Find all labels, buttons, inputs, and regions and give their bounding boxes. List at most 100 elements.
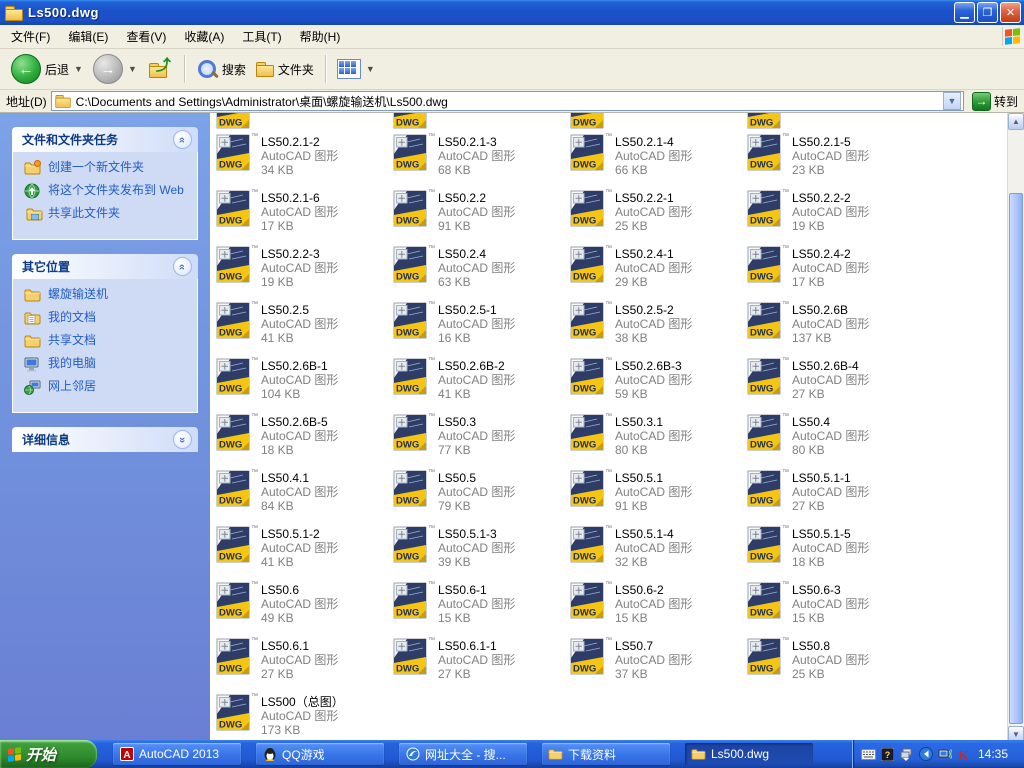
file-item[interactable]: DWG™LS50.2.6B-2AutoCAD 图形41 KB xyxy=(392,355,569,411)
sidebar-item[interactable]: 共享文档 xyxy=(23,333,193,349)
file-item[interactable]: DWG™LS50.2.1-6AutoCAD 图形17 KB xyxy=(215,187,392,243)
back-button[interactable]: ← 后退 ▼ xyxy=(6,52,88,86)
address-path[interactable]: C:\Documents and Settings\Administrator\… xyxy=(76,93,939,110)
file-item[interactable]: DWG™LS500（总图）AutoCAD 图形173 KB xyxy=(215,691,392,743)
taskbar-task[interactable]: Ls500.dwg xyxy=(685,743,813,765)
file-item-partial[interactable]: DWG xyxy=(392,113,569,130)
media-icon[interactable] xyxy=(918,747,933,762)
file-item[interactable]: DWG™LS50.6.1AutoCAD 图形27 KB xyxy=(215,635,392,691)
file-item[interactable]: DWG™LS50.4.1AutoCAD 图形84 KB xyxy=(215,467,392,523)
file-item[interactable]: DWG™LS50.2.6BAutoCAD 图形137 KB xyxy=(746,299,923,355)
chevron-up-icon[interactable]: » xyxy=(173,257,192,276)
panel-header-other-places[interactable]: 其它位置» xyxy=(12,254,198,279)
go-button[interactable]: → 转到 xyxy=(968,92,1022,111)
file-item[interactable]: DWG™LS50.8AutoCAD 图形25 KB xyxy=(746,635,923,691)
file-item[interactable]: DWG™LS50.2.6B-1AutoCAD 图形104 KB xyxy=(215,355,392,411)
file-item[interactable]: DWG™LS50.5.1-3AutoCAD 图形39 KB xyxy=(392,523,569,579)
file-item[interactable]: DWG™LS50.5.1-4AutoCAD 图形32 KB xyxy=(569,523,746,579)
file-item[interactable]: DWG™LS50.2.2-1AutoCAD 图形25 KB xyxy=(569,187,746,243)
views-button[interactable]: ▼ xyxy=(332,57,380,81)
network-icon[interactable] xyxy=(937,747,952,762)
file-item-partial[interactable]: DWG xyxy=(746,113,923,130)
forward-dropdown-icon[interactable]: ▼ xyxy=(128,64,137,74)
new-folder-icon xyxy=(23,160,41,176)
back-dropdown-icon[interactable]: ▼ xyxy=(74,64,83,74)
forward-button[interactable]: → ▼ xyxy=(88,52,142,86)
panel-header-file-tasks[interactable]: 文件和文件夹任务» xyxy=(12,127,198,152)
file-item[interactable]: DWG™LS50.2.4-1AutoCAD 图形29 KB xyxy=(569,243,746,299)
file-item[interactable]: DWG™LS50.2.1-4AutoCAD 图形66 KB xyxy=(569,131,746,187)
help-icon[interactable]: ? xyxy=(880,747,895,762)
file-item-partial[interactable]: DWG xyxy=(215,113,392,130)
restore-button[interactable]: ❐ xyxy=(977,2,998,23)
file-item[interactable]: DWG™LS50.2.2-2AutoCAD 图形19 KB xyxy=(746,187,923,243)
panel-header-details[interactable]: 详细信息» xyxy=(12,427,198,452)
input-method-icon[interactable] xyxy=(861,747,876,762)
folders-button[interactable]: 文件夹 xyxy=(251,59,319,80)
address-dropdown-icon[interactable]: ▼ xyxy=(943,92,961,110)
taskbar-task[interactable]: 网址大全 - 搜... xyxy=(399,743,527,765)
file-item[interactable]: DWG™LS50.6-3AutoCAD 图形15 KB xyxy=(746,579,923,635)
file-item[interactable]: DWG™LS50.4AutoCAD 图形80 KB xyxy=(746,411,923,467)
close-button[interactable]: ✕ xyxy=(1000,2,1021,23)
sidebar-item[interactable]: 我的文档 xyxy=(23,310,193,326)
vertical-scrollbar[interactable]: ▲ ▼ xyxy=(1007,113,1024,743)
file-item[interactable]: DWG™LS50.3AutoCAD 图形77 KB xyxy=(392,411,569,467)
file-item[interactable]: DWG™LS50.6.1-1AutoCAD 图形27 KB xyxy=(392,635,569,691)
scrollbar-thumb[interactable] xyxy=(1009,193,1023,724)
antivirus-icon[interactable]: K xyxy=(956,747,971,762)
file-item[interactable]: DWG™LS50.3.1AutoCAD 图形80 KB xyxy=(569,411,746,467)
file-item[interactable]: DWG™LS50.6-1AutoCAD 图形15 KB xyxy=(392,579,569,635)
file-item[interactable]: DWG™LS50.5.1AutoCAD 图形91 KB xyxy=(569,467,746,523)
file-item[interactable]: DWG™LS50.7AutoCAD 图形37 KB xyxy=(569,635,746,691)
file-item[interactable]: DWG™LS50.2.5-1AutoCAD 图形16 KB xyxy=(392,299,569,355)
chevron-down-icon[interactable]: » xyxy=(173,430,192,449)
chevron-up-icon[interactable]: » xyxy=(173,130,192,149)
up-button[interactable]: ⤴ xyxy=(142,55,178,83)
file-item[interactable]: DWG™LS50.5AutoCAD 图形79 KB xyxy=(392,467,569,523)
file-item[interactable]: DWG™LS50.2.1-2AutoCAD 图形34 KB xyxy=(215,131,392,187)
file-item[interactable]: DWG™LS50.6AutoCAD 图形49 KB xyxy=(215,579,392,635)
sidebar-item[interactable]: 我的电脑 xyxy=(23,356,193,372)
menu-item[interactable]: 收藏(A) xyxy=(175,27,233,47)
file-item[interactable]: DWG™LS50.2.4AutoCAD 图形63 KB xyxy=(392,243,569,299)
file-name: LS50.5.1-4 xyxy=(615,527,692,541)
file-item[interactable]: DWG™LS50.2.6B-3AutoCAD 图形59 KB xyxy=(569,355,746,411)
menu-item[interactable]: 文件(F) xyxy=(2,27,59,47)
file-item[interactable]: DWG™LS50.2.1-3AutoCAD 图形68 KB xyxy=(392,131,569,187)
minimize-button[interactable]: ▁ xyxy=(954,2,975,23)
menu-item[interactable]: 编辑(E) xyxy=(59,27,117,47)
sidebar-item[interactable]: 创建一个新文件夹 xyxy=(23,160,193,176)
search-button[interactable]: 搜索 xyxy=(191,56,251,82)
sidebar-item[interactable]: 将这个文件夹发布到 Web xyxy=(23,183,193,199)
file-item[interactable]: DWG™LS50.5.1-5AutoCAD 图形18 KB xyxy=(746,523,923,579)
menu-item[interactable]: 工具(T) xyxy=(233,27,290,47)
sidebar-item[interactable]: 共享此文件夹 xyxy=(23,206,193,222)
file-item[interactable]: DWG™LS50.2.6B-5AutoCAD 图形18 KB xyxy=(215,411,392,467)
taskbar-task[interactable]: QQ游戏 xyxy=(256,743,384,765)
scroll-up-icon[interactable]: ▲ xyxy=(1008,113,1024,130)
taskbar-task[interactable]: 下载资料 xyxy=(542,743,670,765)
file-item[interactable]: DWG™LS50.2.1-5AutoCAD 图形23 KB xyxy=(746,131,923,187)
sidebar-item[interactable]: 螺旋输送机 xyxy=(23,287,193,303)
sidebar-item[interactable]: 网上邻居 xyxy=(23,379,193,395)
file-item[interactable]: DWG™LS50.5.1-2AutoCAD 图形41 KB xyxy=(215,523,392,579)
file-item[interactable]: DWG™LS50.2.2-3AutoCAD 图形19 KB xyxy=(215,243,392,299)
file-item[interactable]: DWG™LS50.2.2AutoCAD 图形91 KB xyxy=(392,187,569,243)
file-item[interactable]: DWG™LS50.5.1-1AutoCAD 图形27 KB xyxy=(746,467,923,523)
file-item[interactable]: DWG™LS50.2.4-2AutoCAD 图形17 KB xyxy=(746,243,923,299)
menu-item[interactable]: 帮助(H) xyxy=(291,27,350,47)
file-item-partial[interactable]: DWG xyxy=(569,113,746,130)
updates-icon[interactable] xyxy=(899,747,914,762)
file-item[interactable]: DWG™LS50.2.5-2AutoCAD 图形38 KB xyxy=(569,299,746,355)
file-item[interactable]: DWG™LS50.2.5AutoCAD 图形41 KB xyxy=(215,299,392,355)
views-dropdown-icon[interactable]: ▼ xyxy=(366,64,375,74)
file-item[interactable]: DWG™LS50.2.6B-4AutoCAD 图形27 KB xyxy=(746,355,923,411)
address-input[interactable]: C:\Documents and Settings\Administrator\… xyxy=(51,91,964,111)
trademark-symbol: ™ xyxy=(251,637,258,644)
start-button[interactable]: 开始 xyxy=(0,740,97,768)
scrollbar-track[interactable] xyxy=(1008,130,1024,726)
file-item[interactable]: DWG™LS50.6-2AutoCAD 图形15 KB xyxy=(569,579,746,635)
menu-item[interactable]: 查看(V) xyxy=(117,27,175,47)
taskbar-task[interactable]: AAutoCAD 2013 xyxy=(113,743,241,765)
